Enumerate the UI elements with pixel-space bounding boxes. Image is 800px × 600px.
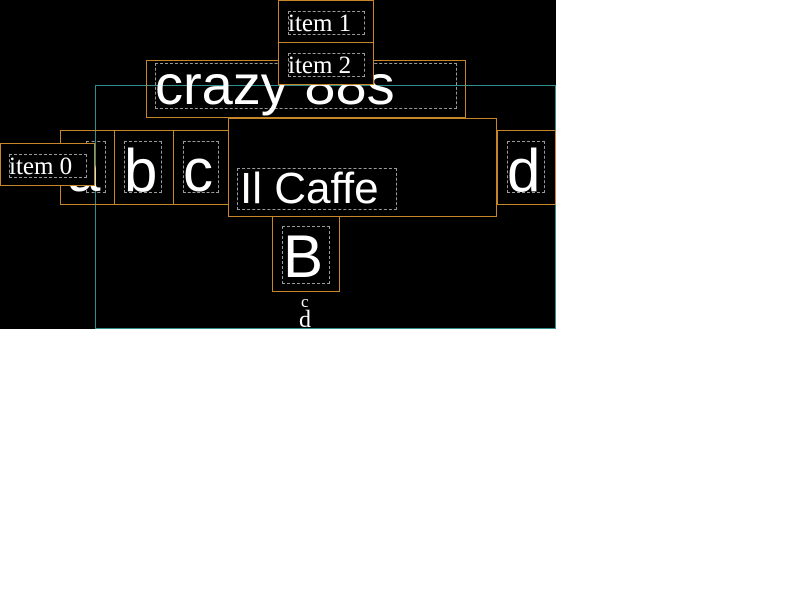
letter-c: c	[183, 137, 213, 204]
letter-box-d: d	[497, 130, 556, 205]
letter-box-b: b	[114, 130, 174, 205]
list-item-2: item 2	[278, 42, 374, 85]
list-item-label-1: item 1	[288, 10, 352, 37]
letter-d: d	[507, 137, 541, 204]
list-item-label-0: item 0	[9, 153, 73, 180]
letter-b: b	[124, 137, 158, 204]
letter-box-c: c	[173, 130, 231, 205]
caption-box: Il Caffe	[228, 118, 497, 217]
small-letter-d: d	[299, 307, 311, 329]
caption-text: Il Caffe	[240, 164, 379, 213]
big-letter: B	[283, 223, 324, 290]
big-letter-box: B	[272, 216, 340, 292]
list-item-label-2: item 2	[288, 52, 352, 79]
list-item-1: item 1	[278, 0, 374, 43]
list-item-0: item 0	[0, 143, 95, 186]
